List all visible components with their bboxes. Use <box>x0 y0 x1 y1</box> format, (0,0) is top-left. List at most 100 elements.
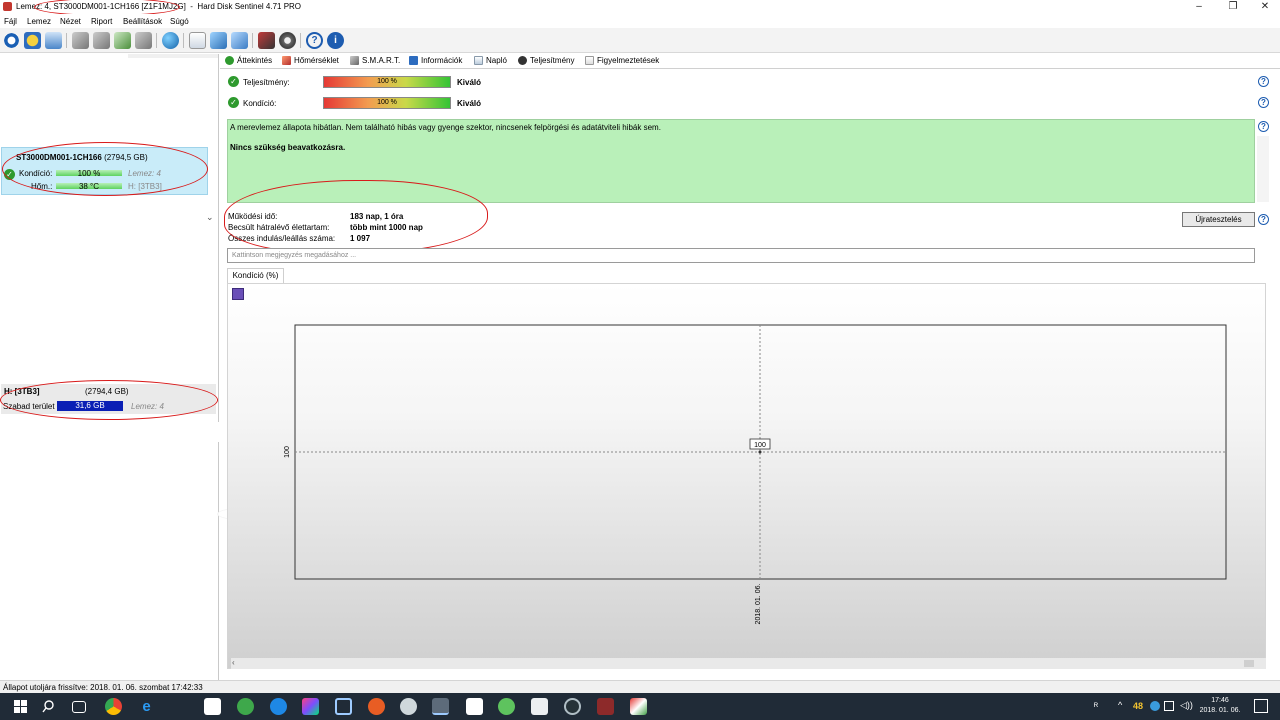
health-message: A merevlemez állapota hibátlan. Nem talá… <box>230 123 661 132</box>
alerts-icon[interactable] <box>258 32 275 49</box>
x-tick-label: 2018. 01. 06. <box>755 584 762 625</box>
tab-information[interactable]: Információk <box>409 56 462 65</box>
data-point <box>758 450 762 454</box>
globe-icon[interactable] <box>162 32 179 49</box>
toolbar: ? i <box>0 28 1280 53</box>
tab-bar: Áttekintés Hőmérséklet S.M.A.R.T. Inform… <box>220 54 1280 69</box>
start-icon[interactable] <box>12 698 29 715</box>
extended-test-icon[interactable] <box>135 32 152 49</box>
disk-info-icon[interactable] <box>45 32 62 49</box>
help-icon[interactable]: ? <box>306 32 323 49</box>
people-icon[interactable]: ᴿ <box>1094 701 1098 711</box>
y-tick-label: 100 <box>284 446 291 458</box>
report-icon[interactable] <box>189 32 206 49</box>
tray-app-icon[interactable] <box>1150 701 1160 711</box>
app-outline-icon[interactable] <box>335 698 352 715</box>
toolbar-separator <box>183 33 184 48</box>
refresh-icon[interactable] <box>3 32 20 49</box>
tab-warnings[interactable]: Figyelmeztetések <box>585 56 659 65</box>
menu-bar: Fájl Lemez Nézet Riport Beállítások Súgó <box>0 14 1280 28</box>
menu-disk[interactable]: Lemez <box>27 17 51 26</box>
chart-svg: 100 100 2018. 01. 06. <box>284 324 1227 625</box>
tab-performance[interactable]: Teljesítmény <box>518 56 574 65</box>
retest-button[interactable]: Újratesztelés <box>1182 212 1255 227</box>
send-report-icon[interactable] <box>210 32 227 49</box>
window-title-app: Hard Disk Sentinel 4.71 PRO <box>197 2 302 11</box>
network-icon[interactable] <box>1164 701 1174 711</box>
clock[interactable]: 17:46 2018. 01. 06. <box>1198 696 1242 716</box>
app-dark-icon[interactable] <box>564 698 581 715</box>
scroll-down-icon[interactable]: ⌄ <box>206 212 214 223</box>
help-message-icon[interactable]: ? <box>1258 121 1269 132</box>
store-icon[interactable] <box>204 698 221 715</box>
menu-view[interactable]: Nézet <box>60 17 81 26</box>
app-white-icon[interactable] <box>466 698 483 715</box>
edge-icon[interactable]: e <box>138 698 155 715</box>
notifications-icon[interactable] <box>1254 699 1268 713</box>
app-red-icon[interactable] <box>597 698 614 715</box>
app-icon <box>3 2 12 11</box>
note-input[interactable]: Kattintson megjegyzés megadásához ... <box>227 248 1255 263</box>
status-text: Állapot utoljára frissítve: 2018. 01. 06… <box>3 683 203 692</box>
performance-rating: Kiváló <box>457 78 482 87</box>
volume-icon[interactable]: ◁)) <box>1180 700 1193 711</box>
toolbar-separator <box>156 33 157 48</box>
mail-icon[interactable] <box>531 698 548 715</box>
menu-file[interactable]: Fájl <box>4 17 17 26</box>
app-blue-icon[interactable] <box>270 698 287 715</box>
taskbar: e ᴿ ^ 48 ◁)) 17:46 2018. 01. 06. <box>0 693 1280 720</box>
tab-log[interactable]: Napló <box>474 56 507 65</box>
performance-ok-icon: ✓ <box>228 76 239 87</box>
minimize-button[interactable]: – <box>1182 0 1216 14</box>
performance-value: 100 % <box>377 78 397 85</box>
help-condition-icon[interactable]: ? <box>1258 97 1269 108</box>
help-retest-icon[interactable]: ? <box>1258 214 1269 225</box>
search-icon[interactable] <box>40 698 57 715</box>
tab-smart[interactable]: S.M.A.R.T. <box>350 56 400 65</box>
app-colorful-icon[interactable] <box>302 698 319 715</box>
tab-overview[interactable]: Áttekintés <box>225 56 272 65</box>
scroll-left-icon[interactable]: ‹ <box>232 658 235 667</box>
title-bar: Lemez: 4, ST3000DM001-1CH166 [Z1F1MJ2G] … <box>0 0 1280 16</box>
health-action: Nincs szükség beavatkozásra. <box>230 143 346 152</box>
test-icon[interactable] <box>72 32 89 49</box>
steam-icon[interactable] <box>400 698 417 715</box>
task-view-icon[interactable] <box>72 701 86 713</box>
chart-area: 100 100 2018. 01. 06. <box>227 283 1266 669</box>
chrome-icon[interactable] <box>105 698 122 715</box>
condition-ok-icon: ✓ <box>228 97 239 108</box>
app-lightgreen-icon[interactable] <box>498 698 515 715</box>
menu-settings[interactable]: Beállítások <box>123 17 162 26</box>
app-flag-icon[interactable] <box>630 698 647 715</box>
tray-temperature[interactable]: 48 <box>1133 701 1143 711</box>
disk-list-panel: ST3000DM001-1CH166 (2794,5 GB) ✓ Kondíci… <box>0 54 286 680</box>
disk-health-icon[interactable] <box>24 32 41 49</box>
condition-rating: Kiváló <box>457 99 482 108</box>
clock-date: 2018. 01. 06. <box>1199 707 1241 714</box>
hd-sentinel-taskbar-icon[interactable] <box>432 698 449 715</box>
about-icon[interactable]: i <box>327 32 344 49</box>
short-test-icon[interactable] <box>114 32 131 49</box>
app-green-icon[interactable] <box>237 698 254 715</box>
scroll-right-icon[interactable] <box>1244 660 1254 667</box>
panel-splitter <box>128 54 218 58</box>
menu-help[interactable]: Súgó <box>170 17 189 26</box>
backup-icon[interactable] <box>231 32 248 49</box>
annotation-circle-stats <box>224 180 488 254</box>
app-orange-icon[interactable] <box>368 698 385 715</box>
chart-h-scrollbar[interactable]: ‹ <box>231 658 1266 669</box>
settings-gear-icon[interactable] <box>279 32 296 49</box>
warning-doc-icon <box>585 56 594 65</box>
message-scrollbar[interactable] <box>1257 136 1269 202</box>
close-button[interactable]: ✕ <box>1248 0 1280 14</box>
performance-bar: 100 % <box>323 76 451 88</box>
performance-label: Teljesítmény: <box>243 78 290 87</box>
condition-label: Kondíció: <box>243 99 277 108</box>
tab-temperature[interactable]: Hőmérséklet <box>282 56 339 65</box>
surface-test-icon[interactable] <box>93 32 110 49</box>
menu-report[interactable]: Riport <box>91 17 112 26</box>
restore-button[interactable]: ❐ <box>1216 0 1250 14</box>
chart-tab-condition[interactable]: Kondíció (%) <box>227 268 284 283</box>
help-performance-icon[interactable]: ? <box>1258 76 1269 87</box>
tray-chevron-icon[interactable]: ^ <box>1118 700 1122 710</box>
